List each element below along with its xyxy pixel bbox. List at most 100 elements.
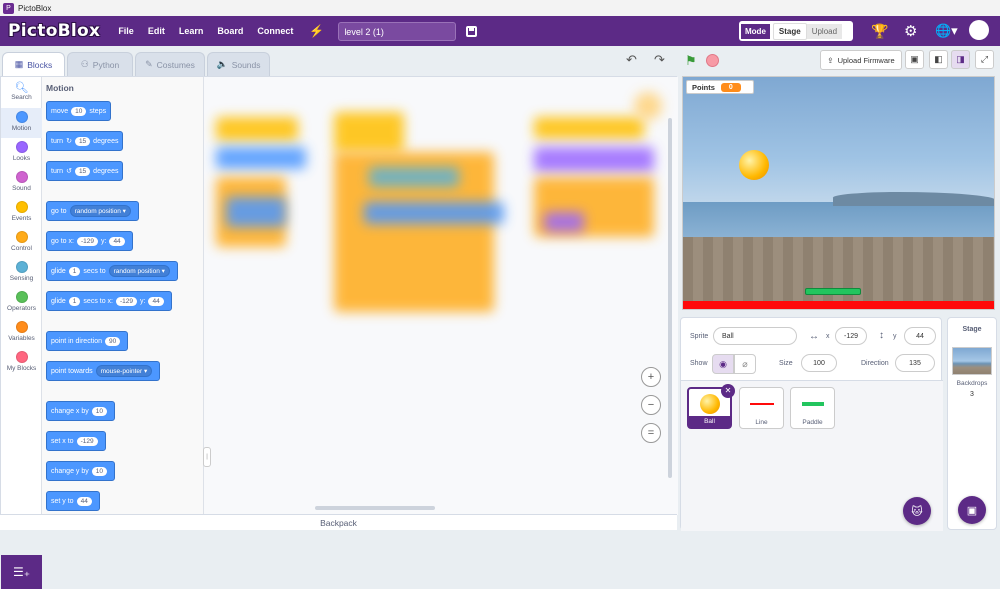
sprite-preview-icon: [634, 92, 662, 120]
glide-y-input[interactable]: 44: [148, 296, 164, 306]
move-steps-input[interactable]: 10: [71, 106, 87, 116]
ball-thumbnail: [699, 394, 720, 414]
upload-firmware-button[interactable]: ⇪ Upload Firmware: [820, 50, 902, 70]
script-workspace[interactable]: + − =: [204, 77, 678, 515]
palette-collapse-handle[interactable]: |: [203, 447, 211, 467]
block-glide-to[interactable]: glide 1 secs to random position ▾: [46, 261, 178, 281]
save-icon[interactable]: [466, 25, 478, 37]
category-control[interactable]: Control: [1, 228, 42, 258]
block-go-to[interactable]: go to random position ▾: [46, 201, 139, 221]
show-hidden-icon[interactable]: ⌀: [734, 354, 756, 374]
tab-sounds[interactable]: 🔈 Sounds: [207, 52, 270, 76]
tab-costumes[interactable]: ✎ Costumes: [135, 52, 205, 76]
sprite-tile-ball[interactable]: Ball ✕: [687, 384, 735, 429]
block-point-towards[interactable]: point towards mouse-pointer ▾: [46, 361, 161, 381]
menu-edit[interactable]: Edit: [148, 26, 165, 36]
fullscreen-icon[interactable]: ⤢: [975, 50, 994, 69]
block-turn-right[interactable]: turn ↻ 15 degrees: [46, 131, 124, 151]
block-go-to-xy[interactable]: go to x: -129 y: 44: [46, 231, 133, 251]
mode-upload-button[interactable]: Upload: [806, 23, 843, 39]
blurred-motion-block: [226, 197, 286, 227]
sprite-tile-paddle[interactable]: Paddle: [790, 387, 835, 429]
block-set-y[interactable]: set y to 44: [46, 491, 100, 511]
go-to-dropdown[interactable]: random position ▾: [69, 205, 131, 217]
block-palette: Motion move 10 steps turn ↻ 15 degrees t…: [42, 77, 204, 515]
add-sprite-button[interactable]: 🐱︎: [903, 497, 931, 525]
set-x-input[interactable]: -129: [76, 436, 98, 446]
category-sensing[interactable]: Sensing: [1, 258, 42, 288]
direction-input[interactable]: 135: [895, 354, 935, 372]
backdrop-thumbnail[interactable]: [952, 347, 992, 375]
show-visible-icon[interactable]: ◉: [712, 354, 734, 374]
category-events[interactable]: Events: [1, 198, 42, 228]
backpack-bar[interactable]: Backpack: [0, 514, 677, 530]
block-change-x[interactable]: change x by 10: [46, 401, 115, 421]
add-extension-button[interactable]: ☰₊: [1, 555, 42, 589]
backdrops-count: 3: [970, 391, 974, 398]
app-logo[interactable]: PictoBlox: [8, 21, 100, 41]
block-turn-left[interactable]: turn ↺ 15 degrees: [46, 161, 124, 181]
glide-xy-secs-input[interactable]: 1: [68, 296, 81, 306]
redo-icon[interactable]: ↷: [654, 52, 665, 68]
normal-stage-icon[interactable]: ◨: [951, 50, 970, 69]
connection-icon[interactable]: ⚡: [309, 24, 324, 38]
workspace-horizontal-scrollbar[interactable]: [315, 506, 435, 510]
block-set-x[interactable]: set x to -129: [46, 431, 106, 451]
category-search[interactable]: 🔍︎ Search: [1, 79, 42, 109]
turn-right-input[interactable]: 15: [74, 136, 91, 146]
size-input[interactable]: 100: [801, 354, 837, 372]
y-position-input[interactable]: 44: [904, 327, 936, 345]
tab-blocks[interactable]: ▦ Blocks: [2, 52, 65, 76]
globe-icon[interactable]: 🌐▾: [935, 23, 958, 39]
mode-stage-button[interactable]: Stage: [772, 22, 807, 40]
stop-button[interactable]: [706, 54, 719, 67]
tab-python[interactable]: ⚇ Python: [67, 52, 133, 76]
turn-left-input[interactable]: 15: [74, 166, 91, 176]
workspace-vertical-scrollbar[interactable]: [668, 118, 672, 478]
change-x-input[interactable]: 10: [91, 406, 107, 416]
add-backdrop-button[interactable]: ▣: [958, 496, 986, 524]
block-point-in-direction[interactable]: point in direction 90: [46, 331, 129, 351]
category-variables[interactable]: Variables: [1, 318, 42, 348]
undo-icon[interactable]: ↶: [626, 52, 637, 68]
glide-x-input[interactable]: -129: [116, 296, 138, 306]
category-looks[interactable]: Looks: [1, 138, 42, 168]
glide-secs-input[interactable]: 1: [68, 266, 81, 276]
category-motion[interactable]: Motion: [1, 108, 42, 138]
change-y-input[interactable]: 10: [91, 466, 107, 476]
zoom-reset-button[interactable]: =: [641, 423, 661, 443]
project-name-input[interactable]: level 2 (1): [338, 21, 457, 41]
menu-connect[interactable]: Connect: [257, 26, 293, 36]
green-flag-icon[interactable]: ⚑: [685, 53, 697, 69]
sprite-tile-line[interactable]: Line: [739, 387, 784, 429]
delete-sprite-icon[interactable]: ✕: [721, 384, 735, 398]
point-towards-dropdown[interactable]: mouse-pointer ▾: [95, 365, 153, 377]
glide-to-dropdown[interactable]: random position ▾: [108, 265, 170, 277]
block-change-y[interactable]: change y by 10: [46, 461, 115, 481]
category-sound[interactable]: Sound: [1, 168, 42, 198]
gear-icon[interactable]: ⚙: [904, 22, 917, 40]
camera-icon[interactable]: ▣: [905, 50, 924, 69]
blurred-looks-block: [534, 147, 654, 172]
go-to-x-input[interactable]: -129: [76, 236, 98, 246]
set-y-input[interactable]: 44: [76, 496, 92, 506]
x-position-input[interactable]: -129: [835, 327, 867, 345]
blurred-event-block: [534, 117, 644, 139]
zoom-in-button[interactable]: +: [641, 367, 661, 387]
zoom-out-button[interactable]: −: [641, 395, 661, 415]
trophy-icon[interactable]: 🏆: [871, 23, 888, 40]
stage-canvas[interactable]: Points 0: [682, 76, 995, 310]
go-to-y-input[interactable]: 44: [109, 236, 125, 246]
menu-learn[interactable]: Learn: [179, 26, 204, 36]
avatar[interactable]: [969, 20, 989, 40]
category-my-blocks[interactable]: My Blocks: [1, 348, 42, 378]
menu-file[interactable]: File: [118, 26, 134, 36]
block-move-steps[interactable]: move 10 steps: [46, 101, 112, 121]
block-glide-to-xy[interactable]: glide 1 secs to x: -129 y: 44: [46, 291, 172, 311]
stage-selector-panel[interactable]: Stage Backdrops 3 ▣: [947, 317, 997, 530]
sprite-name-input[interactable]: Ball: [713, 327, 797, 345]
menu-board[interactable]: Board: [217, 26, 243, 36]
direction-input[interactable]: 90: [104, 336, 121, 346]
small-stage-icon[interactable]: ◧: [929, 50, 948, 69]
category-operators[interactable]: Operators: [1, 288, 42, 318]
